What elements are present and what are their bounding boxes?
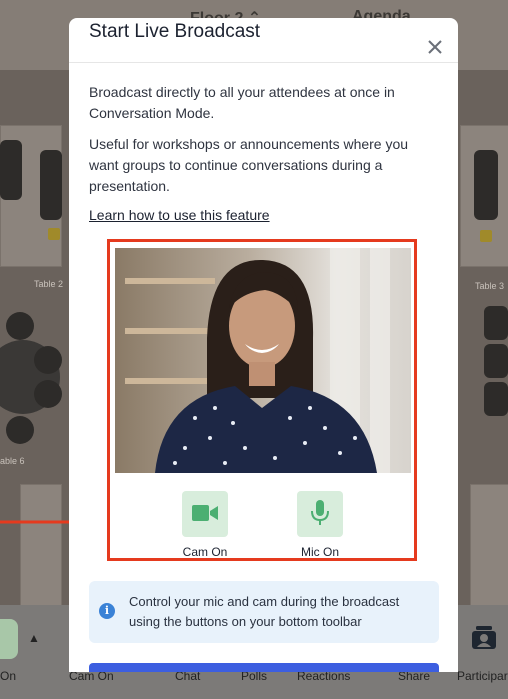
modal-title: Start Live Broadcast — [89, 21, 261, 42]
use-case-text: Useful for workshops or announcements wh… — [89, 136, 409, 194]
floor-room — [470, 484, 508, 606]
close-icon[interactable] — [426, 38, 444, 56]
learn-more-link[interactable]: Learn how to use this feature — [89, 207, 270, 223]
floor-seat — [0, 140, 22, 200]
floor-seat — [484, 306, 508, 340]
info-icon: i — [99, 603, 115, 619]
caret-up-icon[interactable]: ▲ — [28, 631, 40, 645]
floor-seat — [474, 150, 498, 220]
floor-seat — [484, 344, 508, 378]
description-text: Broadcast directly to all your attendees… — [89, 84, 395, 121]
floor-seat — [6, 312, 34, 340]
broadcast-modal: Start Live Broadcast Broadcast directly … — [69, 18, 458, 672]
cam-toggle-button[interactable] — [182, 491, 228, 537]
plant-icon — [480, 230, 492, 242]
preview-highlight: Cam On Mic On — [107, 239, 417, 561]
floor-room — [20, 484, 62, 606]
divider — [69, 62, 458, 63]
floor-seat — [34, 346, 62, 374]
plant-icon — [48, 228, 60, 240]
floor-seat — [6, 416, 34, 444]
table-label: able 6 — [0, 456, 25, 466]
cam-on-label: Cam On — [182, 545, 228, 559]
mic-toggle-button[interactable] — [297, 491, 343, 537]
mic-on-label: Mic On — [300, 545, 339, 559]
floor-seat — [40, 150, 62, 220]
floor-seat — [34, 380, 62, 408]
info-text: Control your mic and cam during the broa… — [129, 594, 400, 629]
toolbar-mic-label[interactable]: On — [0, 669, 16, 683]
video-camera-icon — [192, 505, 218, 521]
floor-seat — [484, 382, 508, 416]
info-callout: i Control your mic and cam during the br… — [89, 581, 439, 643]
toolbar-participants-label[interactable]: Participar — [457, 669, 508, 683]
table-label: Table 3 — [475, 281, 505, 291]
microphone-icon — [311, 500, 329, 525]
table-label: Table 2 — [34, 279, 64, 289]
participants-icon[interactable] — [470, 625, 498, 657]
start-broadcast-button[interactable] — [89, 663, 439, 672]
camera-preview — [115, 248, 411, 473]
mic-toggle-button[interactable] — [0, 619, 18, 659]
camera-preview-image — [115, 248, 411, 473]
